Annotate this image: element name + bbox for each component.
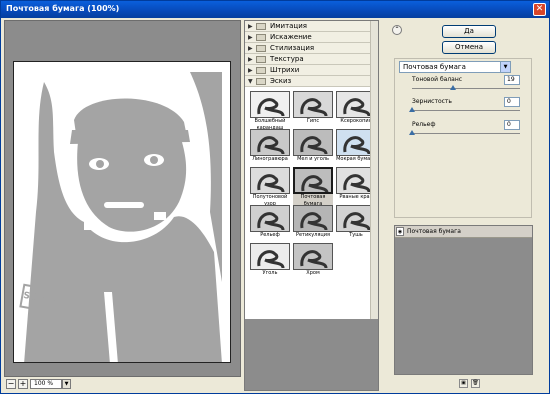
param-slider[interactable]	[409, 130, 520, 135]
category-1[interactable]: ▶ Искажение	[245, 32, 378, 43]
triangle-down-icon: ▼	[248, 78, 253, 85]
zoom-out-button[interactable]: −	[6, 379, 16, 389]
category-2[interactable]: ▶ Стилизация	[245, 43, 378, 54]
thumbnail-10[interactable]: Ретикуляция	[293, 205, 333, 239]
category-3[interactable]: ▶ Текстура	[245, 54, 378, 65]
effect-layer-label: Почтовая бумага	[407, 228, 461, 235]
title-bar[interactable]: Почтовая бумага (100%) ✕	[1, 1, 549, 18]
category-label: Штрихи	[270, 66, 300, 74]
folder-icon	[256, 78, 266, 85]
zoom-dropdown-arrow[interactable]: ▼	[62, 379, 71, 389]
thumbnail-label: Линогравюра	[252, 156, 288, 162]
thumbnail-1[interactable]: Гипс	[293, 91, 333, 125]
preview-image: SECURITY	[13, 61, 231, 363]
triangle-right-icon: ▶	[248, 67, 253, 74]
param-label: Зернистость	[412, 98, 452, 105]
thumbnail-image	[293, 205, 333, 232]
thumbnail-image	[250, 129, 290, 156]
folder-icon	[256, 45, 266, 52]
thumbnail-7[interactable]: Почтовая бумага	[293, 167, 333, 208]
thumbnail-image	[250, 167, 290, 194]
thumbnail-label: Рельеф	[260, 232, 280, 238]
param-label: Рельеф	[412, 121, 436, 128]
zoom-in-button[interactable]: +	[18, 379, 28, 389]
trash-icon[interactable]: 🗑	[471, 379, 480, 388]
zoom-bar: − + 100 % ▼	[4, 378, 241, 391]
category-label: Имитация	[270, 22, 307, 30]
category-0[interactable]: ▶ Имитация	[245, 21, 378, 32]
category-list: ▶ Имитация ▶ Искажение ▶ Стилизация ▶ Текстура ▶…	[245, 21, 378, 87]
thumbnail-image	[293, 129, 333, 156]
param-value-field[interactable]: 0	[504, 120, 520, 130]
slider-handle[interactable]	[450, 85, 457, 90]
ok-button[interactable]: Да	[442, 25, 496, 38]
triangle-right-icon: ▶	[248, 45, 253, 52]
category-label: Искажение	[270, 33, 312, 41]
effect-layer-row[interactable]: ◉ Почтовая бумага	[395, 226, 532, 238]
thumbnail-label: Уголь	[262, 270, 278, 276]
window-title: Почтовая бумага (100%)	[6, 4, 120, 13]
thumbnail-image	[293, 243, 333, 270]
folder-icon	[256, 23, 266, 30]
thumbnail-label: Гипс	[306, 118, 320, 124]
thumbnail-13[interactable]: Хром	[293, 243, 333, 277]
slider-handle[interactable]	[409, 130, 415, 135]
param-value-field[interactable]: 19	[504, 75, 520, 85]
zoom-level-field[interactable]: 100 %	[30, 379, 62, 389]
thumbnail-label: Ретикуляция	[295, 232, 331, 238]
gallery-scrollbar[interactable]	[370, 21, 378, 319]
category-label: Текстура	[270, 55, 304, 63]
thumbnail-6[interactable]: Полутоновой узор	[250, 167, 290, 208]
filter-select-value: Почтовая бумага	[403, 63, 466, 71]
triangle-right-icon: ▶	[248, 23, 253, 30]
filter-gallery[interactable]: ▶ Имитация ▶ Искажение ▶ Стилизация ▶ Текстура ▶…	[244, 20, 379, 391]
close-button[interactable]: ✕	[533, 3, 546, 16]
param-slider[interactable]	[412, 85, 520, 90]
new-layer-icon[interactable]: ▣	[459, 379, 468, 388]
thumbnail-label: Мел и уголь	[297, 156, 329, 162]
folder-icon	[256, 56, 266, 63]
filter-gallery-window: Почтовая бумага (100%) ✕ SECURITY − + 10…	[0, 0, 550, 394]
thumbnail-0[interactable]: Волшебный карандаш	[250, 91, 290, 132]
triangle-right-icon: ▶	[248, 34, 253, 41]
thumbnail-image	[293, 91, 333, 118]
category-label: Эскиз	[270, 77, 292, 85]
gallery-empty-area	[245, 319, 378, 390]
filter-select[interactable]: Почтовая бумага ▼	[399, 61, 511, 73]
slider-handle[interactable]	[409, 107, 415, 112]
folder-icon	[256, 34, 266, 41]
thumbnail-image	[250, 91, 290, 118]
cancel-button[interactable]: Отмена	[442, 41, 496, 54]
note-paper-portrait	[24, 72, 222, 362]
param-value-field[interactable]: 0	[504, 97, 520, 107]
category-4[interactable]: ▶ Штрихи	[245, 65, 378, 76]
category-5[interactable]: ▼ Эскиз	[245, 76, 378, 87]
folder-icon	[256, 67, 266, 74]
thumbnail-3[interactable]: Линогравюра	[250, 129, 290, 163]
eye-icon[interactable]: ◉	[396, 227, 404, 236]
category-label: Стилизация	[270, 44, 315, 52]
thumbnail-label: Хром	[306, 270, 320, 276]
thumbnail-image	[250, 205, 290, 232]
thumbnail-image	[250, 243, 290, 270]
param-slider[interactable]	[409, 107, 520, 112]
thumbnail-12[interactable]: Уголь	[250, 243, 290, 277]
param-label: Тоновой баланс	[412, 76, 463, 83]
thumbnail-4[interactable]: Мел и уголь	[293, 129, 333, 163]
triangle-right-icon: ▶	[248, 56, 253, 63]
thumbnail-9[interactable]: Рельеф	[250, 205, 290, 239]
preview-area[interactable]: SECURITY	[4, 20, 241, 377]
sketch-thumbnails: Волшебный карандаш Гипс Ксерокопия Линограв…	[245, 87, 378, 311]
effect-layers-panel: ◉ Почтовая бумага	[394, 225, 533, 375]
collapse-gallery-button[interactable]: ⌃	[392, 25, 402, 35]
chevron-down-icon[interactable]: ▼	[500, 62, 510, 72]
thumbnail-image	[293, 167, 333, 194]
